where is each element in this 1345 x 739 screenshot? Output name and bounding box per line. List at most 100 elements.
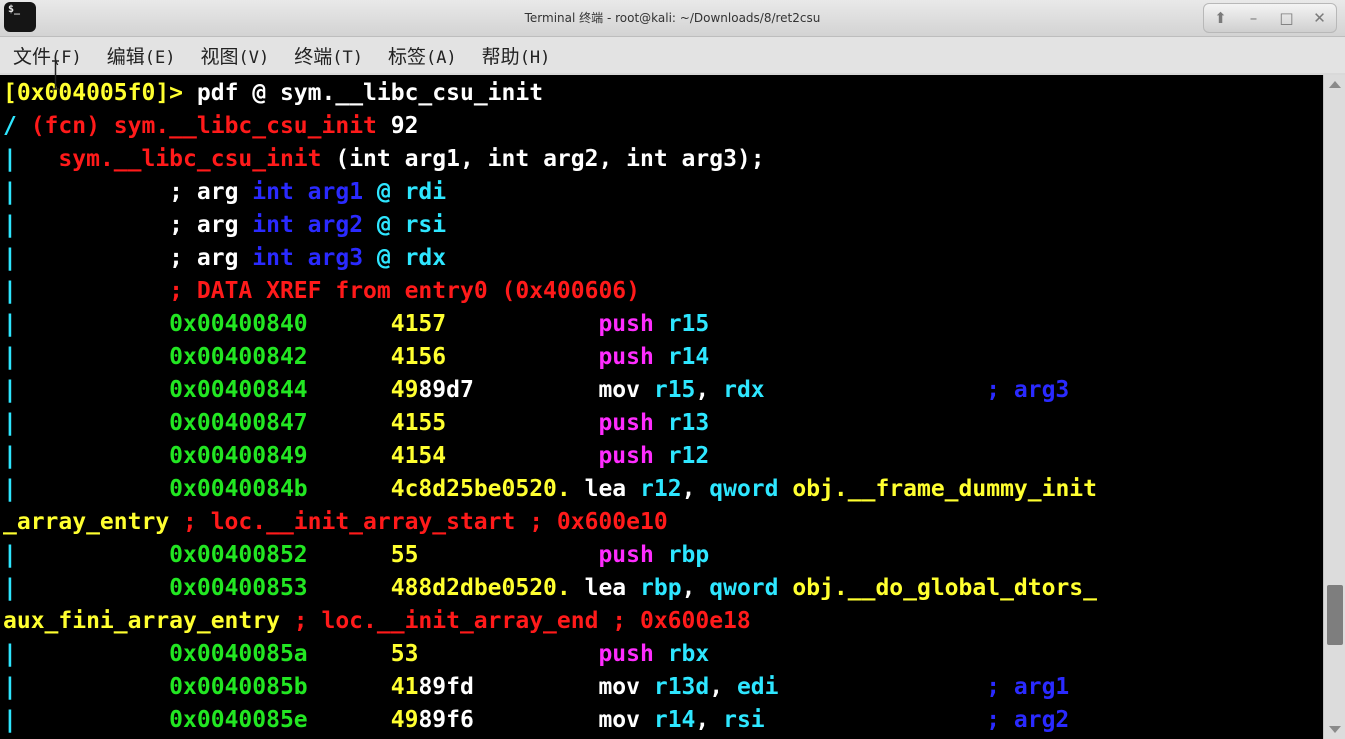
- menu-tabs[interactable]: 标签(A): [388, 42, 457, 69]
- terminal-text-segment: @ rsi: [376, 212, 447, 238]
- terminal-text-segment: 4c8d25be0520.: [307, 476, 571, 502]
- terminal-line: | sym.__libc_csu_init (int arg1, int arg…: [3, 143, 1097, 176]
- terminal-line: | 0x00400852 55 push rbp: [3, 539, 1097, 572]
- terminal-text-segment: |: [3, 377, 17, 403]
- terminal-text-segment: ,: [681, 575, 710, 601]
- terminal-text-segment: ; arg: [16, 212, 253, 238]
- terminal-text-segment: 0x00400842: [16, 344, 308, 370]
- terminal-text-segment: 89f6: [418, 707, 474, 733]
- terminal-line: | 0x00400844 4989d7 mov r15, rdx ; arg3: [3, 374, 1097, 407]
- terminal-text-segment: /: [3, 113, 31, 139]
- scroll-up-icon[interactable]: [1329, 81, 1341, 88]
- terminal-text-segment: 0x00400844: [16, 377, 308, 403]
- terminal-text-segment: 4157: [307, 311, 447, 337]
- terminal-text-segment: r12: [667, 443, 710, 469]
- scrollbar-thumb[interactable]: [1327, 585, 1343, 645]
- terminal-text-segment: obj.__frame_dummy_init: [792, 476, 1097, 502]
- terminal-text-segment: r13: [667, 410, 710, 436]
- terminal-text-segment: ,: [709, 674, 737, 700]
- terminal-text-segment: ; arg: [16, 179, 253, 205]
- terminal-text-segment: 4155: [307, 410, 447, 436]
- close-icon[interactable]: ✕: [1309, 8, 1331, 28]
- menu-edit[interactable]: 编辑(E): [107, 42, 176, 69]
- terminal-text-segment: |: [3, 476, 17, 502]
- terminal-line: aux_fini_array_entry ; loc.__init_array_…: [3, 605, 1097, 638]
- terminal-line: | 0x00400847 4155 push r13: [3, 407, 1097, 440]
- terminal-text-segment: push: [418, 641, 668, 667]
- terminal-text-segment: ;: [764, 707, 1014, 733]
- terminal-text-segment: ; DATA XREF from entry0 (0x400606): [16, 278, 640, 304]
- terminal-text-segment: pdf @ sym.__libc_csu_init: [196, 80, 544, 106]
- terminal-text-segment: push: [446, 443, 668, 469]
- terminal-text-segment: 89fd: [418, 674, 474, 700]
- terminal-text-segment: obj.__do_global_dtors_: [792, 575, 1097, 601]
- scroll-down-icon[interactable]: [1329, 726, 1341, 733]
- terminal-line: | 0x0040085b 4189fd mov r13d, edi ; arg1: [3, 671, 1097, 704]
- terminal-line: | 0x00400849 4154 push r12: [3, 440, 1097, 473]
- terminal-text-segment: sym.__libc_csu_init: [16, 146, 336, 172]
- terminal-text-segment: ; loc.__init_array_start ; 0x600e10: [183, 509, 668, 535]
- menu-file[interactable]: 文件(F): [13, 42, 82, 69]
- terminal-line: | ; DATA XREF from entry0 (0x400606): [3, 275, 1097, 308]
- terminal-text-segment: 41: [307, 674, 419, 700]
- terminal-text-segment: push: [446, 344, 668, 370]
- menu-file-label: 文件: [13, 45, 52, 68]
- terminal-text-segment: push: [446, 311, 668, 337]
- terminal-text-segment: [0x004005f0]>: [3, 80, 197, 106]
- terminal-window: $_ Terminal 终端 - root@kali: ~/Downloads/…: [0, 0, 1345, 739]
- terminal-text-segment: ;: [778, 674, 1014, 700]
- terminal-line: | 0x0040084b 4c8d25be0520. lea r12, qwor…: [3, 473, 1097, 506]
- terminal-text-segment: ,: [681, 476, 710, 502]
- window-title: Terminal 终端 - root@kali: ~/Downloads/8/r…: [524, 11, 821, 25]
- terminal-text-segment: |: [3, 344, 17, 370]
- raise-window-icon[interactable]: ⬆: [1210, 8, 1232, 28]
- terminal-text-segment: 4154: [307, 443, 447, 469]
- terminal-text-segment: 49: [307, 377, 419, 403]
- terminal-text-segment: |: [3, 707, 17, 733]
- menu-tabs-label: 标签: [387, 45, 426, 68]
- terminal-line: | 0x00400840 4157 push r15: [3, 308, 1097, 341]
- terminal-line: | 0x00400842 4156 push r14: [3, 341, 1097, 374]
- terminal-text-segment: |: [3, 245, 17, 271]
- vertical-scrollbar[interactable]: [1323, 75, 1345, 739]
- terminal-text-segment: r14: [653, 707, 696, 733]
- menu-help-accel: (H): [519, 47, 551, 68]
- terminal-text-segment: rbp: [640, 575, 682, 601]
- terminal-text-segment: push: [418, 542, 668, 568]
- terminal-text-segment: r12: [640, 476, 682, 502]
- terminal-text-segment: (int arg1, int arg2, int arg3);: [335, 146, 765, 172]
- terminal-text-segment: |: [3, 542, 17, 568]
- terminal-text-segment: |: [3, 278, 17, 304]
- menu-view[interactable]: 视图(V): [200, 42, 269, 69]
- terminal-text-segment: edi: [736, 674, 779, 700]
- terminal-line: | 0x0040085e 4989f6 mov r14, rsi ; arg2: [3, 704, 1097, 737]
- terminal-text-segment: r15: [667, 311, 710, 337]
- terminal-text-segment: mov: [473, 707, 654, 733]
- terminal-text-segment: 0x00400853: [16, 575, 308, 601]
- terminal-line: | ; arg int arg1 @ rdi: [3, 176, 1097, 209]
- terminal-text-segment: 55: [307, 542, 419, 568]
- text-cursor-icon: [52, 60, 59, 90]
- terminal-text-segment: int arg3: [252, 245, 377, 271]
- terminal-line: | 0x00400853 488d2dbe0520. lea rbp, qwor…: [3, 572, 1097, 605]
- menu-edit-accel: (E): [144, 47, 176, 68]
- terminal-output[interactable]: [0x004005f0]> pdf @ sym.__libc_csu_init /…: [0, 75, 1323, 739]
- menu-help[interactable]: 帮助(H): [482, 42, 551, 69]
- terminal-text-segment: |: [3, 674, 17, 700]
- menu-terminal-label: 终端: [294, 45, 333, 68]
- menu-tabs-accel: (A): [425, 47, 457, 68]
- terminal-text-segment: _array_entry: [3, 509, 184, 535]
- terminal-text-segment: lea: [570, 575, 641, 601]
- terminal-text-segment: 0x0040085e: [16, 707, 308, 733]
- terminal-text-segment: arg1: [1013, 674, 1070, 700]
- maximize-icon[interactable]: □: [1276, 8, 1298, 28]
- terminal-text-segment: 0x00400849: [16, 443, 308, 469]
- menu-terminal[interactable]: 终端(T): [294, 42, 363, 69]
- minimize-icon[interactable]: –: [1243, 8, 1265, 28]
- terminal-text-segment: |: [3, 443, 17, 469]
- terminal-line: | 0x0040085a 53 push rbx: [3, 638, 1097, 671]
- title-bar[interactable]: $_ Terminal 终端 - root@kali: ~/Downloads/…: [0, 0, 1345, 37]
- terminal-text-segment: aux_fini_array_entry: [3, 608, 294, 634]
- terminal-line: / (fcn) sym.__libc_csu_init 92: [3, 110, 1097, 143]
- terminal-text-segment: ; loc.__init_array_end ; 0x600e18: [293, 608, 751, 634]
